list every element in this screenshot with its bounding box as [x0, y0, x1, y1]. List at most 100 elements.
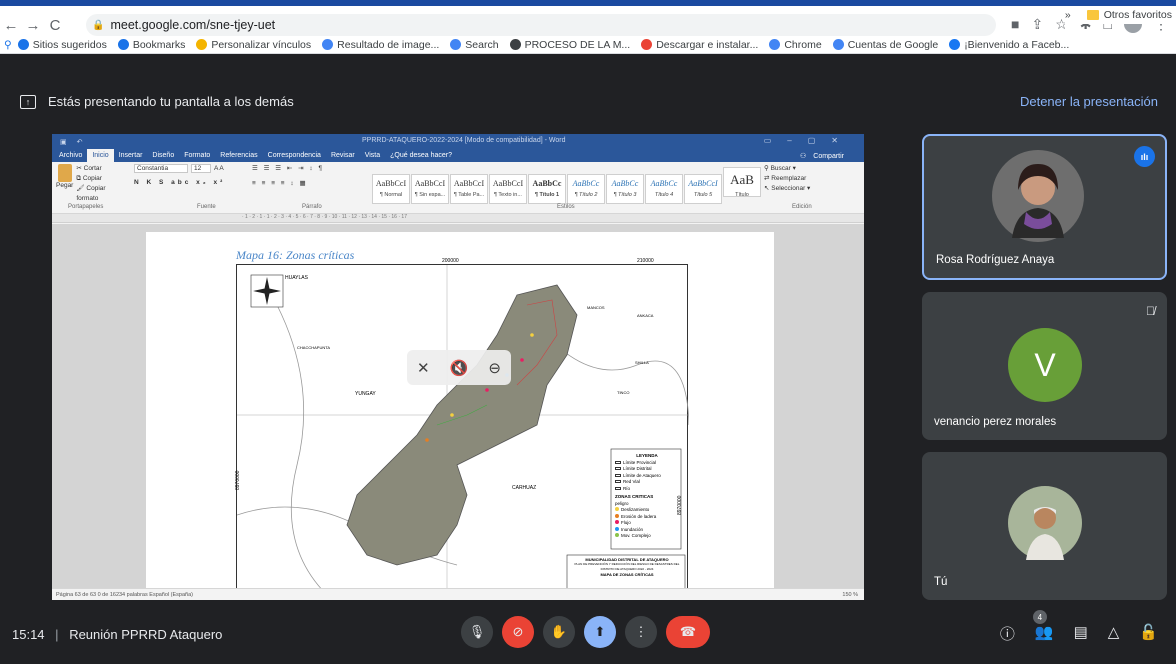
cut-button[interactable]: ✂ Cortar: [76, 164, 126, 174]
clipboard-group: Pegar ✂ Cortar ⧉ Copiar 🖌 Copiar formato: [56, 164, 126, 204]
url-text: meet.google.com/sne-tjey-uet: [110, 18, 276, 32]
leave-call-button[interactable]: ☎: [666, 616, 710, 648]
meeting-details-icon[interactable]: ⓘ: [1000, 623, 1015, 644]
copy-label: Copiar: [82, 175, 102, 182]
bookmark-item[interactable]: Resultado de image...: [322, 39, 439, 51]
style-option[interactable]: AaBbCc ¶ Título 1: [528, 174, 566, 204]
bookmark-label: Descargar e instalar...: [656, 38, 759, 51]
format-label: Copiar formato: [76, 185, 106, 202]
style-sample: AaBbCc: [650, 179, 678, 188]
style-option[interactable]: AaBbCcI ¶ Texto in...: [489, 174, 527, 204]
activities-icon[interactable]: △: [1108, 623, 1120, 644]
copy-button[interactable]: ⧉ Copiar: [76, 174, 126, 184]
word-tab[interactable]: Correspondencia: [263, 152, 326, 159]
legend-swatch: [615, 480, 621, 483]
find-button[interactable]: ⚲ Buscar ▾: [764, 164, 854, 174]
search-bookmark-icon[interactable]: ⚲: [4, 39, 12, 51]
word-tab[interactable]: ¿Qué desea hacer?: [385, 152, 457, 159]
legend-label: Límite de Ataquero: [623, 472, 661, 478]
side-controls: ⓘ 4 👥 ▤ △ 🔓: [1000, 610, 1158, 644]
title-block: MUNICIPALIDAD DISTRITAL DE ATAQUERO PLAN…: [571, 557, 683, 577]
participant-tile-self[interactable]: Tú: [922, 452, 1167, 600]
style-option[interactable]: AaBbCcI ¶ Table Pa...: [450, 174, 488, 204]
bookmark-label: Search: [465, 38, 499, 51]
style-name: ¶ Texto in...: [494, 192, 522, 198]
word-tab[interactable]: Insertar: [114, 152, 148, 159]
font-grow-icon[interactable]: A A: [214, 165, 224, 172]
stop-presenting-button[interactable]: Detener la presentación: [1020, 94, 1158, 109]
align-buttons[interactable]: ≡ ≡ ≡ ≡ ↕ ▦: [252, 179, 367, 187]
address-bar[interactable]: 🔒 meet.google.com/sne-tjey-uet: [86, 14, 996, 36]
bookmark-item[interactable]: Sitios sugeridos: [17, 39, 107, 51]
style-option[interactable]: AaBbCc ¶ Título 3: [606, 174, 644, 204]
style-option[interactable]: AaBbCcI ¶ Normal: [372, 174, 410, 204]
list-buttons[interactable]: ☰ ☰ ☰ ⇤ ⇥ ↕ ¶: [252, 164, 367, 172]
bookmark-item[interactable]: Chrome: [769, 39, 822, 51]
volume-off-icon[interactable]: 🔇: [450, 359, 469, 377]
paste-button[interactable]: Pegar: [56, 164, 73, 204]
bookmark-item[interactable]: ¡Bienvenido a Faceb...: [949, 39, 1069, 51]
word-tab[interactable]: Vista: [360, 152, 385, 159]
style-name: ¶ Sin espa...: [414, 192, 446, 198]
style-option[interactable]: AaBbCc Título 4: [645, 174, 683, 204]
bookmark-item[interactable]: Descargar e instalar...: [641, 39, 758, 51]
font-size-select[interactable]: 12: [191, 164, 211, 173]
style-option[interactable]: AaBbCcI ¶ Sin espa...: [411, 174, 449, 204]
participant-name-self: Tú: [934, 576, 948, 588]
other-favorites[interactable]: Otros favoritos: [1104, 9, 1172, 21]
style-name: ¶ Título 2: [574, 192, 598, 198]
bookmark-item[interactable]: Search: [450, 38, 499, 51]
remove-icon[interactable]: ⊖: [488, 359, 501, 377]
word-tab[interactable]: Archivo: [54, 152, 87, 159]
save-icon[interactable]: ▣: [60, 138, 67, 146]
clipboard-group-label: Portapapeles: [68, 204, 104, 210]
style-option[interactable]: AaBbCc ¶ Título 2: [567, 174, 605, 204]
paragraph-group-label: Párrafo: [302, 204, 322, 210]
present-icon: ⬆: [594, 624, 606, 639]
camera-off-button[interactable]: ⊘: [502, 616, 534, 648]
word-tab[interactable]: Diseño: [147, 152, 179, 159]
forward-icon[interactable]: →: [22, 14, 44, 36]
more-bookmarks-icon[interactable]: »: [1065, 9, 1071, 21]
style-option[interactable]: AaB Título: [723, 167, 761, 198]
raise-hand-button[interactable]: ✋: [543, 616, 575, 648]
critical-marker-icon: [615, 526, 619, 531]
font-name-select[interactable]: Constantia: [134, 164, 188, 173]
share-icon[interactable]: ⇪: [1032, 16, 1044, 33]
bookmark-item[interactable]: Personalizar vínculos: [196, 39, 311, 51]
bookmark-label: Personalizar vínculos: [211, 38, 312, 51]
pin-off-icon[interactable]: ✕: [417, 359, 430, 377]
participant-tile-rosa[interactable]: ılı Rosa Rodríguez Anaya: [922, 134, 1167, 280]
legend-items: Límite Provincial Límite Distrital Límite …: [615, 460, 679, 493]
style-option[interactable]: AaBbCcI Título 5: [684, 174, 722, 204]
word-tab[interactable]: Inicio: [87, 149, 114, 162]
more-options-button[interactable]: ⋮: [625, 616, 657, 648]
style-name: Título 4: [654, 192, 674, 198]
camera-off-icon: ⊘: [512, 624, 524, 639]
undo-icon[interactable]: ↶: [77, 138, 83, 146]
meeting-name: Reunión PPRRD Ataquero: [69, 627, 223, 642]
people-button[interactable]: 4 👥: [1032, 610, 1054, 644]
back-icon[interactable]: ←: [0, 14, 22, 36]
bookmark-item[interactable]: PROCESO DE LA M...: [509, 39, 630, 51]
bookmark-item[interactable]: Cuentas de Google: [832, 39, 938, 51]
host-controls-icon[interactable]: 🔓: [1139, 623, 1158, 644]
meeting-time: 15:14: [12, 627, 45, 642]
word-tab[interactable]: Revisar: [326, 152, 360, 159]
microphone-button[interactable]: 🎙: [461, 616, 493, 648]
share-button[interactable]: ⚇ Compartir: [795, 152, 854, 160]
participant-tile-venancio[interactable]: V 🎙̸ venancio perez morales: [922, 292, 1167, 440]
reload-icon[interactable]: C: [44, 14, 66, 36]
replace-label: Reemplazar: [771, 175, 807, 182]
replace-button[interactable]: ⇄ Reemplazar: [764, 174, 854, 184]
word-tab[interactable]: Formato: [179, 152, 215, 159]
window-controls[interactable]: ▭–▢✕: [764, 136, 854, 145]
bookmark-item[interactable]: Bookmarks: [117, 39, 185, 51]
present-button[interactable]: ⬆: [584, 616, 616, 648]
zoom-level[interactable]: 150 %: [842, 592, 858, 598]
format-painter-button[interactable]: 🖌 Copiar formato: [76, 184, 126, 204]
word-tab[interactable]: Referencias: [215, 152, 262, 159]
camera-icon[interactable]: ■: [1011, 16, 1019, 32]
select-button[interactable]: ↖ Seleccionar ▾: [764, 184, 854, 194]
chat-icon[interactable]: ▤: [1074, 623, 1088, 644]
